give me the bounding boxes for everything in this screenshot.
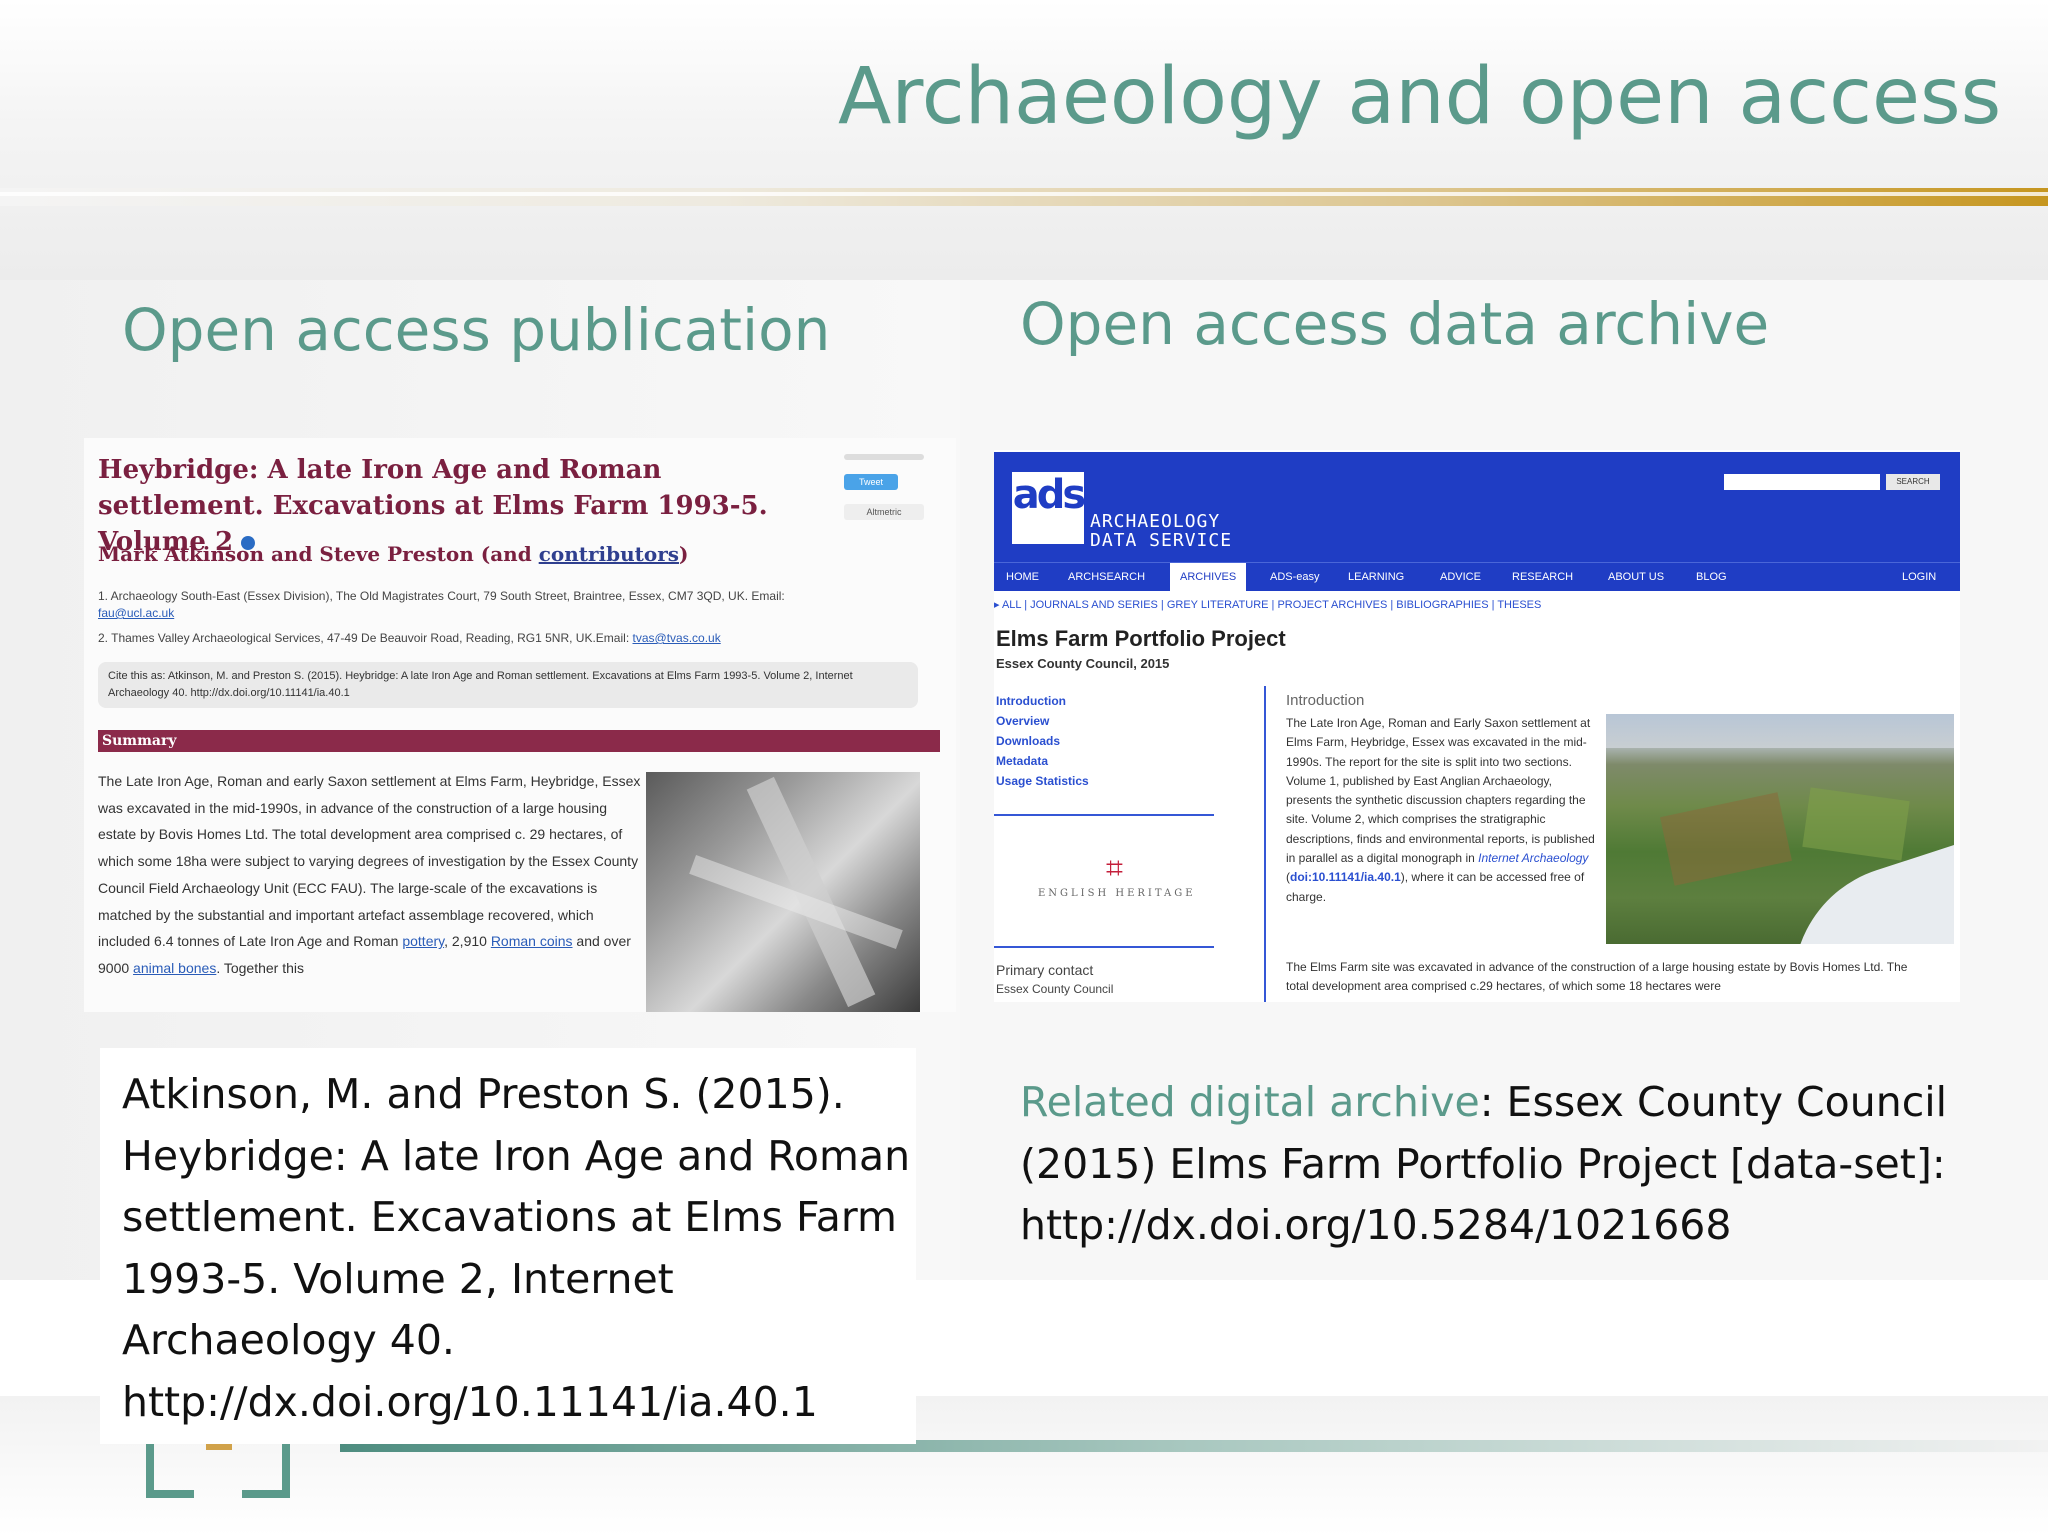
affiliation-2-text: 2. Thames Valley Archaeological Services…: [98, 631, 630, 645]
cite-as-box: Cite this as: Atkinson, M. and Preston S…: [98, 662, 918, 708]
ads-search-button[interactable]: SEARCH: [1886, 474, 1940, 490]
ads-header: ads ARCHAEOLOGY DATA SERVICE SEARCH: [994, 452, 1960, 562]
nav-blog[interactable]: BLOG: [1696, 563, 1727, 591]
share-bar-icon: [844, 454, 924, 460]
ads-service-line1: ARCHAEOLOGY: [1090, 511, 1221, 532]
pottery-link[interactable]: pottery: [402, 933, 444, 949]
sidebar-divider: [994, 814, 1214, 816]
side-link-overview[interactable]: Overview: [996, 714, 1049, 728]
intro-text: The Late Iron Age, Roman and Early Saxon…: [1286, 716, 1595, 904]
share-buttons: Tweet Altmetric: [844, 454, 924, 534]
tweet-button[interactable]: Tweet: [844, 474, 898, 490]
ads-service-name: ARCHAEOLOGY DATA SERVICE: [1090, 512, 1232, 550]
internet-archaeology-link[interactable]: Internet Archaeology: [1478, 851, 1588, 865]
project-org: Essex County Council, 2015: [996, 656, 1170, 671]
article-authors: Mark Atkinson and Steve Preston (and con…: [98, 542, 689, 566]
nav-about-us[interactable]: ABOUT US: [1608, 563, 1664, 591]
affiliation-2: 2. Thames Valley Archaeological Services…: [98, 630, 898, 647]
roman-coins-link[interactable]: Roman coins: [491, 933, 573, 949]
affiliation-1-email-link[interactable]: fau@ucl.ac.uk: [98, 606, 174, 620]
side-link-downloads[interactable]: Downloads: [996, 734, 1060, 748]
authors-text: Mark Atkinson and Steve Preston (and: [98, 542, 539, 566]
publication-citation: Atkinson, M. and Preston S. (2015). Heyb…: [122, 1070, 911, 1426]
aerial-photo-color: [1606, 714, 1954, 944]
nav-login[interactable]: LOGIN: [1902, 563, 1936, 591]
ads-subnav[interactable]: ▸ ALL | JOURNALS AND SERIES | GREY LITER…: [994, 598, 1541, 611]
animal-bones-link[interactable]: animal bones: [133, 960, 216, 976]
summary-text: The Late Iron Age, Roman and early Saxon…: [98, 768, 646, 982]
ads-logo[interactable]: ads: [1012, 472, 1086, 544]
slide-title: Archaeology and open access: [838, 52, 2002, 142]
aerial-photo-bw: [646, 772, 920, 1012]
intro-heading: Introduction: [1286, 692, 1365, 709]
primary-contact-value: Essex County Council: [996, 982, 1114, 996]
header-divider: [0, 188, 2048, 206]
side-link-introduction[interactable]: Introduction: [996, 694, 1066, 708]
english-heritage-text: ENGLISH HERITAGE: [1038, 888, 1196, 899]
ads-nav-bar: HOME ARCHSEARCH ARCHIVES ADS-easy LEARNI…: [994, 562, 1960, 591]
affiliation-1: 1. Archaeology South-East (Essex Divisio…: [98, 588, 898, 622]
intro-text-2: The Elms Farm site was excavated in adva…: [1286, 960, 1908, 994]
english-heritage-logo-icon: ⌗: [1106, 852, 1123, 885]
nav-learning[interactable]: LEARNING: [1348, 563, 1404, 591]
doi-link[interactable]: doi:10.11141/ia.40.1: [1290, 870, 1401, 884]
header-divider-highlight: [0, 192, 2048, 196]
project-title: Elms Farm Portfolio Project: [996, 626, 1286, 651]
ads-screenshot: ads ARCHAEOLOGY DATA SERVICE SEARCH HOME …: [994, 450, 1960, 1002]
summary-text-body: The Late Iron Age, Roman and early Saxon…: [98, 773, 641, 950]
nav-archives[interactable]: ARCHIVES: [1170, 563, 1247, 591]
summary-heading: Summary: [98, 730, 940, 752]
altmetric-button[interactable]: Altmetric: [844, 504, 924, 520]
side-link-usage-statistics[interactable]: Usage Statistics: [996, 774, 1089, 788]
archive-citation: Related digital archive: Essex County Co…: [1020, 1072, 2030, 1257]
left-heading: Open access publication: [122, 296, 831, 364]
summary-end: . Together this: [216, 959, 305, 976]
nav-advice[interactable]: ADVICE: [1440, 563, 1481, 591]
nav-ads-easy[interactable]: ADS-easy: [1270, 563, 1320, 591]
nav-research[interactable]: RESEARCH: [1512, 563, 1573, 591]
affiliation-2-email-link[interactable]: tvas@tvas.co.uk: [633, 631, 721, 645]
ads-search-input[interactable]: [1724, 474, 1880, 490]
contributors-link[interactable]: contributors: [539, 542, 679, 566]
nav-home[interactable]: HOME: [1006, 563, 1039, 591]
archive-citation-label: Related digital archive: [1020, 1078, 1480, 1126]
summary-mid-1: , 2,910: [444, 933, 491, 950]
sidebar-divider: [994, 946, 1214, 948]
intro-text-body: The Late Iron Age, Roman and Early Saxon…: [1286, 716, 1595, 866]
authors-close: ): [679, 542, 689, 566]
publication-screenshot: Heybridge: A late Iron Age and Roman set…: [84, 438, 956, 1012]
right-heading: Open access data archive: [1020, 290, 1770, 358]
content-divider: [1264, 686, 1266, 1002]
affiliation-1-text: 1. Archaeology South-East (Essex Divisio…: [98, 589, 785, 603]
ads-service-line2: DATA SERVICE: [1090, 530, 1233, 551]
primary-contact-label: Primary contact: [996, 962, 1094, 978]
nav-archsearch[interactable]: ARCHSEARCH: [1068, 563, 1145, 591]
side-link-metadata[interactable]: Metadata: [996, 754, 1048, 768]
